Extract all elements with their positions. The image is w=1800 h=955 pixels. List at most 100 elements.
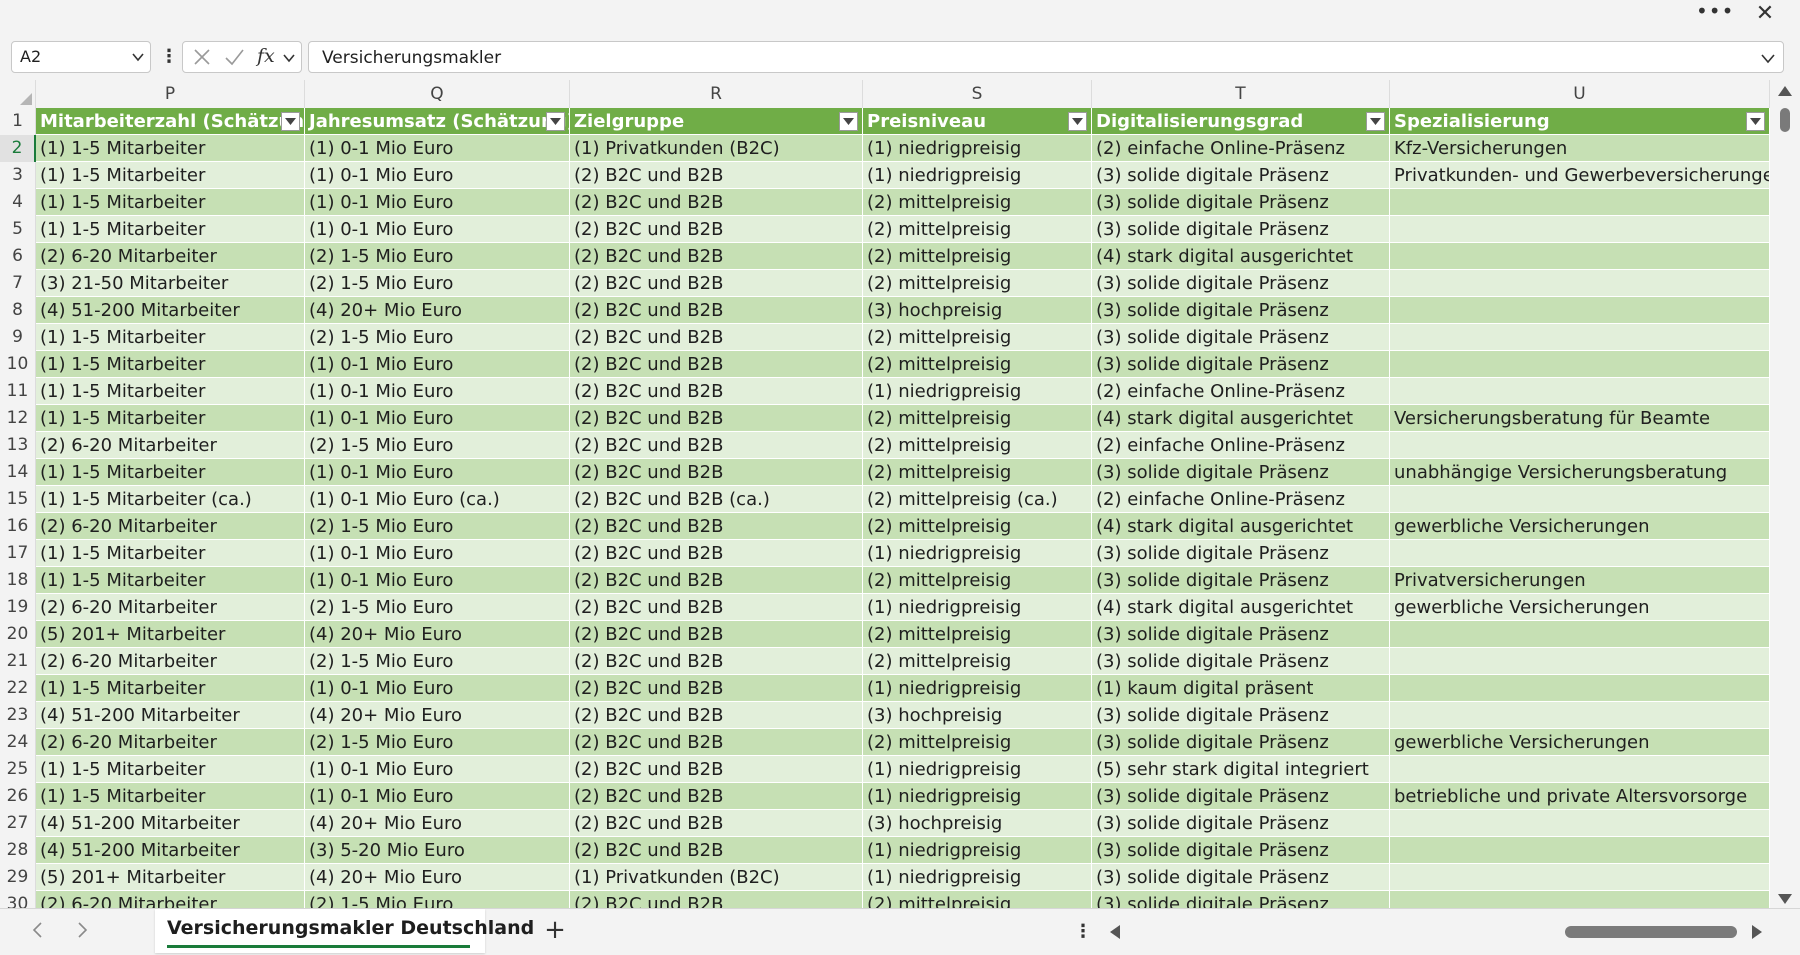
table-cell[interactable]: gewerbliche Versicherungen bbox=[1390, 729, 1770, 756]
table-cell[interactable]: (2) B2C und B2B bbox=[570, 783, 863, 810]
row-header[interactable]: 19 bbox=[0, 594, 36, 621]
table-cell[interactable]: (3) solide digitale Präsenz bbox=[1092, 783, 1390, 810]
table-cell[interactable]: (2) B2C und B2B bbox=[570, 675, 863, 702]
table-cell[interactable]: (2) B2C und B2B bbox=[570, 432, 863, 459]
table-cell[interactable]: (3) 21-50 Mitarbeiter bbox=[36, 270, 305, 297]
table-cell[interactable]: (4) 20+ Mio Euro bbox=[305, 297, 570, 324]
vertical-scroll-thumb[interactable] bbox=[1780, 108, 1790, 132]
table-cell[interactable] bbox=[1390, 351, 1770, 378]
table-cell[interactable]: (1) 1-5 Mitarbeiter bbox=[36, 189, 305, 216]
filter-dropdown-icon[interactable] bbox=[1068, 112, 1087, 131]
table-cell[interactable]: betriebliche und private Altersvorsorge bbox=[1390, 783, 1770, 810]
table-cell[interactable]: (1) niedrigpreisig bbox=[863, 594, 1092, 621]
row-header[interactable]: 4 bbox=[0, 189, 36, 216]
table-cell[interactable]: (1) 0-1 Mio Euro bbox=[305, 162, 570, 189]
header-cell[interactable]: Mitarbeiterzahl (Schätzung) bbox=[36, 108, 305, 135]
column-header[interactable]: U bbox=[1390, 80, 1770, 108]
table-cell[interactable]: unabhängige Versicherungsberatung bbox=[1390, 459, 1770, 486]
table-cell[interactable]: (2) B2C und B2B bbox=[570, 243, 863, 270]
table-cell[interactable]: (2) mittelpreisig bbox=[863, 459, 1092, 486]
table-cell[interactable] bbox=[1390, 324, 1770, 351]
table-cell[interactable]: (2) B2C und B2B bbox=[570, 459, 863, 486]
table-cell[interactable]: (1) Privatkunden (B2C) bbox=[570, 864, 863, 891]
table-cell[interactable]: (2) B2C und B2B bbox=[570, 594, 863, 621]
row-header[interactable]: 20 bbox=[0, 621, 36, 648]
table-cell[interactable]: (2) mittelpreisig bbox=[863, 648, 1092, 675]
table-cell[interactable]: (4) 51-200 Mitarbeiter bbox=[36, 702, 305, 729]
row-header[interactable]: 11 bbox=[0, 378, 36, 405]
column-header[interactable]: Q bbox=[305, 80, 570, 108]
row-header[interactable]: 12 bbox=[0, 405, 36, 432]
table-cell[interactable]: (2) mittelpreisig bbox=[863, 270, 1092, 297]
more-options-button[interactable]: ••• bbox=[1696, 1, 1733, 26]
filter-dropdown-icon[interactable] bbox=[1746, 112, 1765, 131]
table-cell[interactable]: (2) B2C und B2B bbox=[570, 729, 863, 756]
table-cell[interactable] bbox=[1390, 864, 1770, 891]
table-cell[interactable]: (3) solide digitale Präsenz bbox=[1092, 891, 1390, 908]
table-cell[interactable] bbox=[1390, 432, 1770, 459]
header-cell[interactable]: Jahresumsatz (Schätzung) bbox=[305, 108, 570, 135]
expand-formula-icon[interactable] bbox=[1761, 51, 1775, 65]
column-header[interactable]: P bbox=[36, 80, 305, 108]
header-cell[interactable]: Spezialisierung bbox=[1390, 108, 1770, 135]
table-cell[interactable]: (1) 1-5 Mitarbeiter bbox=[36, 162, 305, 189]
table-cell[interactable]: (3) solide digitale Präsenz bbox=[1092, 648, 1390, 675]
table-cell[interactable]: (1) 0-1 Mio Euro bbox=[305, 783, 570, 810]
table-cell[interactable]: (3) solide digitale Präsenz bbox=[1092, 621, 1390, 648]
table-cell[interactable]: (1) 0-1 Mio Euro bbox=[305, 189, 570, 216]
table-cell[interactable]: (2) B2C und B2B bbox=[570, 405, 863, 432]
table-cell[interactable]: (2) 1-5 Mio Euro bbox=[305, 648, 570, 675]
table-cell[interactable]: (2) B2C und B2B bbox=[570, 621, 863, 648]
table-cell[interactable]: (3) solide digitale Präsenz bbox=[1092, 216, 1390, 243]
table-cell[interactable]: (2) B2C und B2B bbox=[570, 162, 863, 189]
table-cell[interactable]: (3) solide digitale Präsenz bbox=[1092, 351, 1390, 378]
table-cell[interactable]: (3) solide digitale Präsenz bbox=[1092, 729, 1390, 756]
add-sheet-button[interactable]: + bbox=[540, 915, 570, 945]
table-cell[interactable] bbox=[1390, 216, 1770, 243]
table-cell[interactable]: (3) hochpreisig bbox=[863, 702, 1092, 729]
table-cell[interactable]: (1) 1-5 Mitarbeiter bbox=[36, 135, 305, 162]
table-cell[interactable]: (1) 1-5 Mitarbeiter bbox=[36, 378, 305, 405]
table-cell[interactable]: (2) mittelpreisig bbox=[863, 189, 1092, 216]
row-header[interactable]: 25 bbox=[0, 756, 36, 783]
insert-function-icon[interactable]: fx bbox=[257, 45, 275, 67]
table-cell[interactable]: (2) mittelpreisig bbox=[863, 513, 1092, 540]
table-cell[interactable]: (2) 6-20 Mitarbeiter bbox=[36, 648, 305, 675]
table-cell[interactable]: (1) 0-1 Mio Euro bbox=[305, 405, 570, 432]
table-cell[interactable]: (3) solide digitale Präsenz bbox=[1092, 864, 1390, 891]
row-header[interactable]: 1 bbox=[0, 108, 36, 135]
row-header[interactable]: 27 bbox=[0, 810, 36, 837]
table-cell[interactable]: (3) hochpreisig bbox=[863, 297, 1092, 324]
row-header[interactable]: 14 bbox=[0, 459, 36, 486]
table-cell[interactable] bbox=[1390, 810, 1770, 837]
sheet-tab-active[interactable]: Versicherungsmakler Deutschland bbox=[155, 909, 534, 953]
table-cell[interactable]: (2) 1-5 Mio Euro bbox=[305, 243, 570, 270]
table-cell[interactable]: (2) B2C und B2B bbox=[570, 702, 863, 729]
formula-input[interactable]: Versicherungsmakler bbox=[308, 41, 1784, 73]
row-header[interactable]: 7 bbox=[0, 270, 36, 297]
formula-bar-options-icon[interactable]: ⋮ bbox=[160, 42, 178, 72]
table-cell[interactable]: (1) 0-1 Mio Euro bbox=[305, 567, 570, 594]
table-cell[interactable]: (1) niedrigpreisig bbox=[863, 783, 1092, 810]
column-header[interactable]: S bbox=[863, 80, 1092, 108]
table-cell[interactable]: (2) B2C und B2B bbox=[570, 189, 863, 216]
table-cell[interactable]: (1) 1-5 Mitarbeiter bbox=[36, 216, 305, 243]
table-cell[interactable]: (2) 1-5 Mio Euro bbox=[305, 729, 570, 756]
row-header[interactable]: 23 bbox=[0, 702, 36, 729]
table-cell[interactable]: (4) stark digital ausgerichtet bbox=[1092, 513, 1390, 540]
table-cell[interactable]: (2) B2C und B2B (ca.) bbox=[570, 486, 863, 513]
filter-dropdown-icon[interactable] bbox=[839, 112, 858, 131]
table-cell[interactable]: (2) B2C und B2B bbox=[570, 351, 863, 378]
chevron-left-icon[interactable] bbox=[27, 919, 49, 941]
column-header[interactable]: T bbox=[1092, 80, 1390, 108]
table-cell[interactable]: (1) 0-1 Mio Euro bbox=[305, 756, 570, 783]
row-header[interactable]: 26 bbox=[0, 783, 36, 810]
table-cell[interactable]: (2) 6-20 Mitarbeiter bbox=[36, 513, 305, 540]
row-header[interactable]: 18 bbox=[0, 567, 36, 594]
row-header[interactable]: 2 bbox=[0, 135, 36, 162]
table-cell[interactable]: (2) mittelpreisig bbox=[863, 405, 1092, 432]
table-cell[interactable]: (1) niedrigpreisig bbox=[863, 756, 1092, 783]
table-cell[interactable]: (2) mittelpreisig bbox=[863, 351, 1092, 378]
table-cell[interactable]: (1) Privatkunden (B2C) bbox=[570, 135, 863, 162]
table-cell[interactable]: gewerbliche Versicherungen bbox=[1390, 594, 1770, 621]
